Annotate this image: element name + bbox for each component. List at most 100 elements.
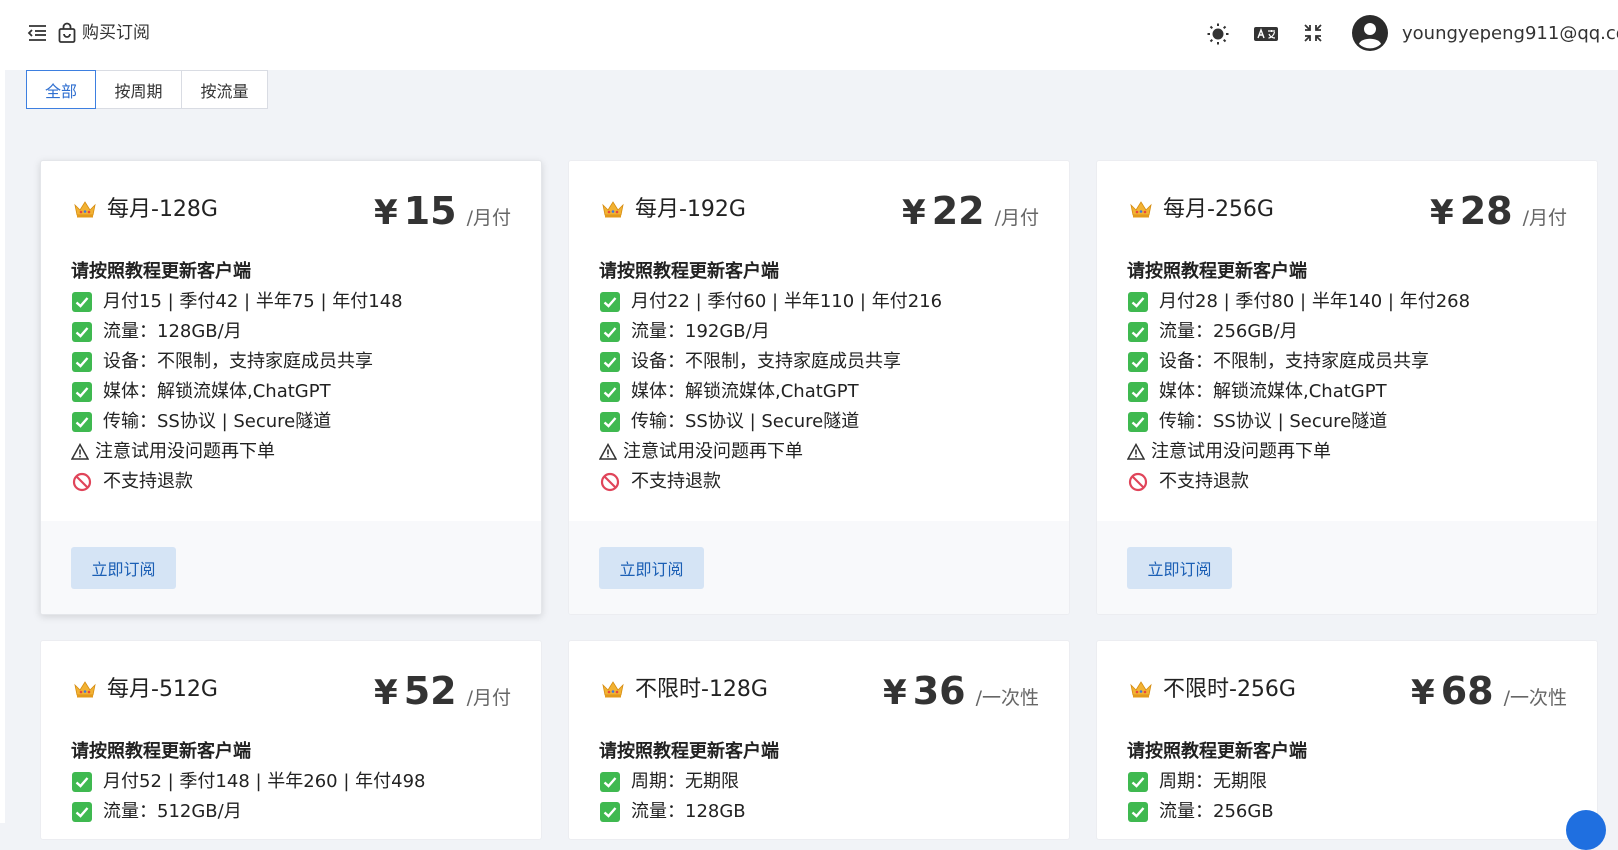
plan-features: 请按照教程更新客户端月付15 | 季付42 | 半年75 | 年付148 流量：1… [71, 257, 511, 497]
plan-card: 每月-192G ¥22/月付请按照教程更新客户端月付22 | 季付60 | 半年1… [568, 160, 1070, 615]
tab-all[interactable]: 全部 [26, 70, 96, 109]
plan-features: 请按照教程更新客户端 周期：无期限 流量：256GB [1127, 737, 1567, 827]
feature-text: 流量：256GB/月 [1159, 321, 1298, 342]
currency-symbol: ¥ [1430, 193, 1454, 233]
subscribe-button[interactable]: 立即订阅 [1127, 547, 1232, 589]
plan-features: 请按照教程更新客户端 周期：无期限 流量：128GB [599, 737, 1039, 827]
plan-price: ¥68/一次性 [1411, 669, 1567, 713]
top-header: 购买订阅 youngyepeng911@qq.com [0, 0, 1618, 70]
currency-symbol: ¥ [374, 673, 398, 713]
menu-fold-icon[interactable] [26, 22, 48, 44]
check-box-icon [599, 771, 621, 793]
plan-price: ¥28/月付 [1430, 189, 1567, 233]
plan-name: 不限时-128G [635, 677, 768, 702]
plan-card-header: 不限时-256G ¥68/一次性 [1097, 641, 1597, 731]
subscribe-button[interactable]: 立即订阅 [71, 547, 176, 589]
warning-icon [1127, 441, 1145, 463]
check-box-icon [1127, 411, 1149, 433]
plan-notice: 请按照教程更新客户端 [599, 261, 779, 282]
feature-text: 传输：SS协议 | Secure隧道 [631, 411, 860, 432]
feature-item: 传输：SS协议 | Secure隧道 [71, 407, 511, 437]
check-box-icon [71, 771, 93, 793]
page-title: 购买订阅 [82, 23, 150, 43]
floating-action-button[interactable] [1566, 810, 1606, 850]
refund-item: 不支持退款 [1127, 467, 1567, 497]
plan-filter-tabs: 全部 按周期 按流量 [26, 70, 268, 109]
feature-item: 月付22 | 季付60 | 半年110 | 年付216 [599, 287, 1039, 317]
crown-icon [73, 680, 97, 698]
feature-item: 月付15 | 季付42 | 半年75 | 年付148 [71, 287, 511, 317]
feature-text: 媒体：解锁流媒体,ChatGPT [1159, 381, 1387, 402]
plan-name: 每月-192G [635, 197, 746, 222]
check-box-icon [599, 291, 621, 313]
feature-text: 月付28 | 季付80 | 半年140 | 年付268 [1159, 291, 1471, 312]
feature-item: 周期：无期限 [1127, 767, 1567, 797]
user-avatar-icon[interactable] [1352, 15, 1388, 51]
user-email[interactable]: youngyepeng911@qq.com [1402, 22, 1618, 46]
feature-text: 设备：不限制，支持家庭成员共享 [1159, 351, 1429, 372]
warning-item: 注意试用没问题再下单 [1127, 437, 1567, 467]
fullscreen-icon[interactable] [1302, 22, 1324, 44]
price-period: /一次性 [975, 687, 1039, 709]
feature-text: 月付22 | 季付60 | 半年110 | 年付216 [631, 291, 943, 312]
price-period: /月付 [466, 687, 511, 709]
feature-item: 设备：不限制，支持家庭成员共享 [599, 347, 1039, 377]
check-box-icon [599, 351, 621, 373]
plan-notice: 请按照教程更新客户端 [71, 261, 251, 282]
plan-features: 请按照教程更新客户端 月付52 | 季付148 | 半年260 | 年付498 流量… [71, 737, 511, 827]
price-amount: 28 [1459, 189, 1513, 233]
page-left-edge [0, 0, 5, 823]
check-box-icon [1127, 321, 1149, 343]
subscribe-button[interactable]: 立即订阅 [599, 547, 704, 589]
refund-text: 不支持退款 [1159, 471, 1249, 492]
price-amount: 36 [912, 669, 966, 713]
feature-item: 传输：SS协议 | Secure隧道 [599, 407, 1039, 437]
crown-icon [1129, 200, 1153, 218]
warning-icon [599, 441, 617, 463]
plan-card-header: 每月-128G ¥15/月付 [41, 161, 541, 251]
feature-text: 媒体：解锁流媒体,ChatGPT [631, 381, 859, 402]
plan-card-footer: 立即订阅 [569, 521, 1069, 614]
feature-text: 周期：无期限 [1159, 771, 1267, 792]
plan-price: ¥52/月付 [374, 669, 511, 713]
plan-notice: 请按照教程更新客户端 [71, 741, 251, 762]
tab-by-period[interactable]: 按周期 [96, 70, 182, 109]
check-box-icon [71, 321, 93, 343]
warning-item: 注意试用没问题再下单 [599, 437, 1039, 467]
warning-icon [71, 441, 89, 463]
price-period: /月付 [994, 207, 1039, 229]
sun-icon[interactable] [1206, 22, 1230, 46]
feature-item: 流量：128GB/月 [71, 317, 511, 347]
no-entry-icon [599, 471, 621, 493]
translate-icon[interactable] [1253, 24, 1279, 44]
refund-text: 不支持退款 [103, 471, 193, 492]
feature-item: 媒体：解锁流媒体,ChatGPT [599, 377, 1039, 407]
plan-card-header: 不限时-128G ¥36/一次性 [569, 641, 1069, 731]
plan-features: 请按照教程更新客户端月付22 | 季付60 | 半年110 | 年付216 流量：… [599, 257, 1039, 497]
plan-notice: 请按照教程更新客户端 [1127, 261, 1307, 282]
plan-name: 每月-512G [107, 677, 218, 702]
feature-item: 流量：192GB/月 [599, 317, 1039, 347]
feature-text: 周期：无期限 [631, 771, 739, 792]
feature-item: 月付52 | 季付148 | 半年260 | 年付498 [71, 767, 511, 797]
tab-by-traffic[interactable]: 按流量 [182, 70, 268, 109]
crown-icon [1129, 680, 1153, 698]
price-period: /月付 [466, 207, 511, 229]
check-box-icon [599, 321, 621, 343]
refund-item: 不支持退款 [599, 467, 1039, 497]
warning-text: 注意试用没问题再下单 [1151, 441, 1331, 462]
plan-card-header: 每月-512G ¥52/月付 [41, 641, 541, 731]
plan-price: ¥22/月付 [902, 189, 1039, 233]
plan-notice: 请按照教程更新客户端 [599, 741, 779, 762]
feature-text: 流量：192GB/月 [631, 321, 770, 342]
feature-text: 设备：不限制，支持家庭成员共享 [631, 351, 901, 372]
check-box-icon [71, 411, 93, 433]
check-box-icon [1127, 381, 1149, 403]
plan-name: 每月-128G [107, 197, 218, 222]
plan-price: ¥36/一次性 [883, 669, 1039, 713]
no-entry-icon [1127, 471, 1149, 493]
no-entry-icon [71, 471, 93, 493]
refund-item: 不支持退款 [71, 467, 511, 497]
plan-card-footer: 立即订阅 [41, 521, 541, 614]
feature-item: 媒体：解锁流媒体,ChatGPT [1127, 377, 1567, 407]
